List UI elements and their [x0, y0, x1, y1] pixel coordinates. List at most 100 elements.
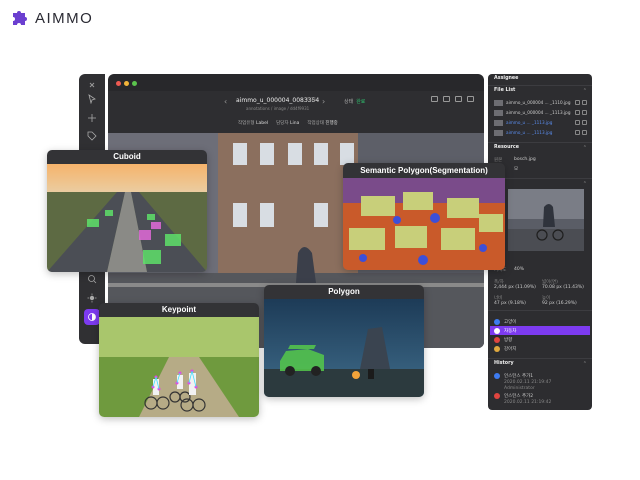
stat-value: 92 px (16.29%) — [542, 301, 577, 306]
stat-cell: 높이 92 px (16.29%) — [542, 295, 590, 306]
move-icon[interactable] — [84, 110, 100, 126]
keypoint-card: Keypoint — [99, 303, 259, 417]
chevron-up-icon[interactable]: ⌃ — [583, 181, 587, 187]
stat-value: 70.08 px (11.43%) — [542, 285, 584, 290]
polygon-title: Polygon — [264, 285, 424, 299]
file-item-name: aimmo_u ... _1113.jpg — [506, 130, 553, 135]
cat-icon — [494, 318, 500, 325]
worker-value[interactable]: Lina — [290, 121, 299, 126]
resource-value: bosch.jpg — [514, 157, 536, 162]
minimize-dot[interactable] — [124, 81, 129, 86]
status-indicator: 상태 완료 — [344, 98, 365, 105]
history-title-text: 인스턴스 추가1 — [504, 374, 534, 379]
issue-icon[interactable] — [582, 100, 587, 105]
history-item[interactable]: 인스턴스 추가2 2020.02.11 21:19:42 — [494, 393, 587, 405]
camping-image — [264, 299, 424, 397]
dog-icon — [494, 345, 500, 352]
fullscreen-icon[interactable] — [443, 96, 450, 102]
zoom-row: 가시도 40% — [494, 265, 587, 274]
class-name: 강아지 — [504, 346, 517, 352]
progress-label: 작업상태 — [307, 121, 324, 126]
brightness-icon[interactable] — [84, 290, 100, 306]
progress-value: 진행중 — [325, 121, 338, 126]
save-icon[interactable] — [431, 96, 438, 102]
resource-section: Resource ⌃ 원본 bosch.jpg 모 — [488, 142, 592, 172]
resource-label: 원본 — [494, 157, 503, 163]
preview-thumbnail — [508, 189, 584, 251]
segmentation-image — [343, 178, 505, 270]
info-icon[interactable] — [575, 100, 580, 105]
status-value: 완료 — [356, 99, 366, 105]
class-name: 자동차 — [504, 328, 517, 334]
class-section: 고양이 자동차 방향 강아지 — [488, 310, 592, 352]
cuboid-card: Cuboid — [47, 150, 207, 272]
cuboid-title: Cuboid — [47, 150, 207, 164]
history-item[interactable]: 인스턴스 추가1 2020.02.11 21:19:47 Administrator — [494, 373, 587, 391]
issue-icon[interactable] — [582, 120, 587, 125]
file-list-section: File List ⌃ aimmo_u_000004 ... _1110.jpg… — [488, 85, 592, 136]
meta-row: 작업유형 Label 담당자 Lina 작업상태 진행중 — [238, 120, 338, 126]
keypoint-title: Keypoint — [99, 303, 259, 317]
class-item[interactable]: 방향 — [490, 335, 590, 344]
history-section: History ⌃ 인스턴스 추가1 2020.02.11 21:19:47 Adm… — [488, 358, 592, 405]
info-icon[interactable] — [575, 120, 580, 125]
stat-cell: 너비 47 px (9.18%) — [494, 295, 540, 306]
direction-icon — [494, 336, 500, 343]
chevron-up-icon[interactable]: ⌃ — [583, 145, 587, 151]
resource-row: 원본 bosch.jpg — [494, 155, 587, 164]
history-time: 2020.02.11 21:19:42 — [504, 400, 552, 405]
car-icon — [494, 327, 500, 334]
resource-title: Resource — [494, 145, 519, 150]
screen-icon[interactable] — [455, 96, 462, 102]
zoom-in-icon[interactable] — [84, 271, 100, 287]
history-title-text: 인스턴스 추가2 — [504, 394, 534, 399]
stat-value: 2,444 px (11.09%) — [494, 285, 536, 290]
thumbnail — [494, 129, 503, 136]
polygon-card: Polygon — [264, 285, 424, 397]
contrast-icon[interactable] — [84, 309, 100, 325]
thumbnail — [494, 99, 503, 106]
next-file-icon[interactable]: › — [322, 97, 325, 106]
segmentation-title: Semantic Polygon(Segmentation) — [343, 163, 505, 178]
prev-file-icon[interactable]: ‹ — [224, 97, 227, 106]
exit-icon[interactable] — [467, 96, 474, 102]
tag-icon[interactable] — [84, 128, 100, 144]
segmentation-card: Semantic Polygon(Segmentation) — [343, 163, 505, 270]
history-title: History — [494, 361, 514, 366]
chevron-up-icon[interactable]: ⌃ — [583, 88, 587, 94]
file-count: 1/36 — [306, 98, 317, 103]
file-item[interactable]: aimmo_u_000004 ... _1113.jpg — [494, 108, 587, 117]
maximize-dot[interactable] — [132, 81, 137, 86]
file-list-title: File List — [494, 88, 516, 93]
zoom-value: 40% — [514, 267, 525, 272]
class-item[interactable]: 고양이 — [490, 317, 590, 326]
cyclists-image — [99, 317, 259, 417]
file-path: annotations / image / dd4f9931 — [246, 106, 310, 111]
info-icon[interactable] — [575, 110, 580, 115]
highway-image — [47, 164, 207, 272]
history-user-icon — [494, 393, 500, 399]
resource-value: 모 — [514, 166, 519, 172]
select-pointer-icon[interactable] — [84, 91, 100, 107]
history-time: 2020.02.11 21:19:47 — [504, 380, 552, 385]
stat-value: 47 px (9.18%) — [494, 301, 526, 306]
history-user-icon — [494, 373, 500, 379]
class-name: 방향 — [504, 337, 513, 343]
work-type-value[interactable]: Label — [256, 121, 268, 126]
chevron-up-icon[interactable]: ⌃ — [583, 361, 587, 367]
close-dot[interactable] — [116, 81, 121, 86]
issue-icon[interactable] — [582, 130, 587, 135]
file-item[interactable]: aimmo_u ... _1113.jpg — [494, 118, 587, 127]
file-item-name: aimmo_u_000004 ... _1110.jpg — [506, 100, 571, 105]
info-icon[interactable] — [575, 130, 580, 135]
file-item[interactable]: aimmo_u ... _1113.jpg — [494, 128, 587, 137]
history-who: Administrator — [504, 386, 535, 391]
window-header: ‹ aimmo_u_000004_0083354 1/36 › annotati… — [108, 91, 484, 133]
file-item[interactable]: aimmo_u_000004 ... _1110.jpg — [494, 98, 587, 107]
class-item[interactable]: 자동차 — [490, 326, 590, 335]
issue-icon[interactable] — [582, 110, 587, 115]
file-item-name: aimmo_u_000004 ... _1113.jpg — [506, 110, 571, 115]
puzzle-logo-icon — [13, 11, 27, 25]
brand-name: AIMMO — [35, 9, 94, 27]
class-item[interactable]: 강아지 — [490, 344, 590, 353]
